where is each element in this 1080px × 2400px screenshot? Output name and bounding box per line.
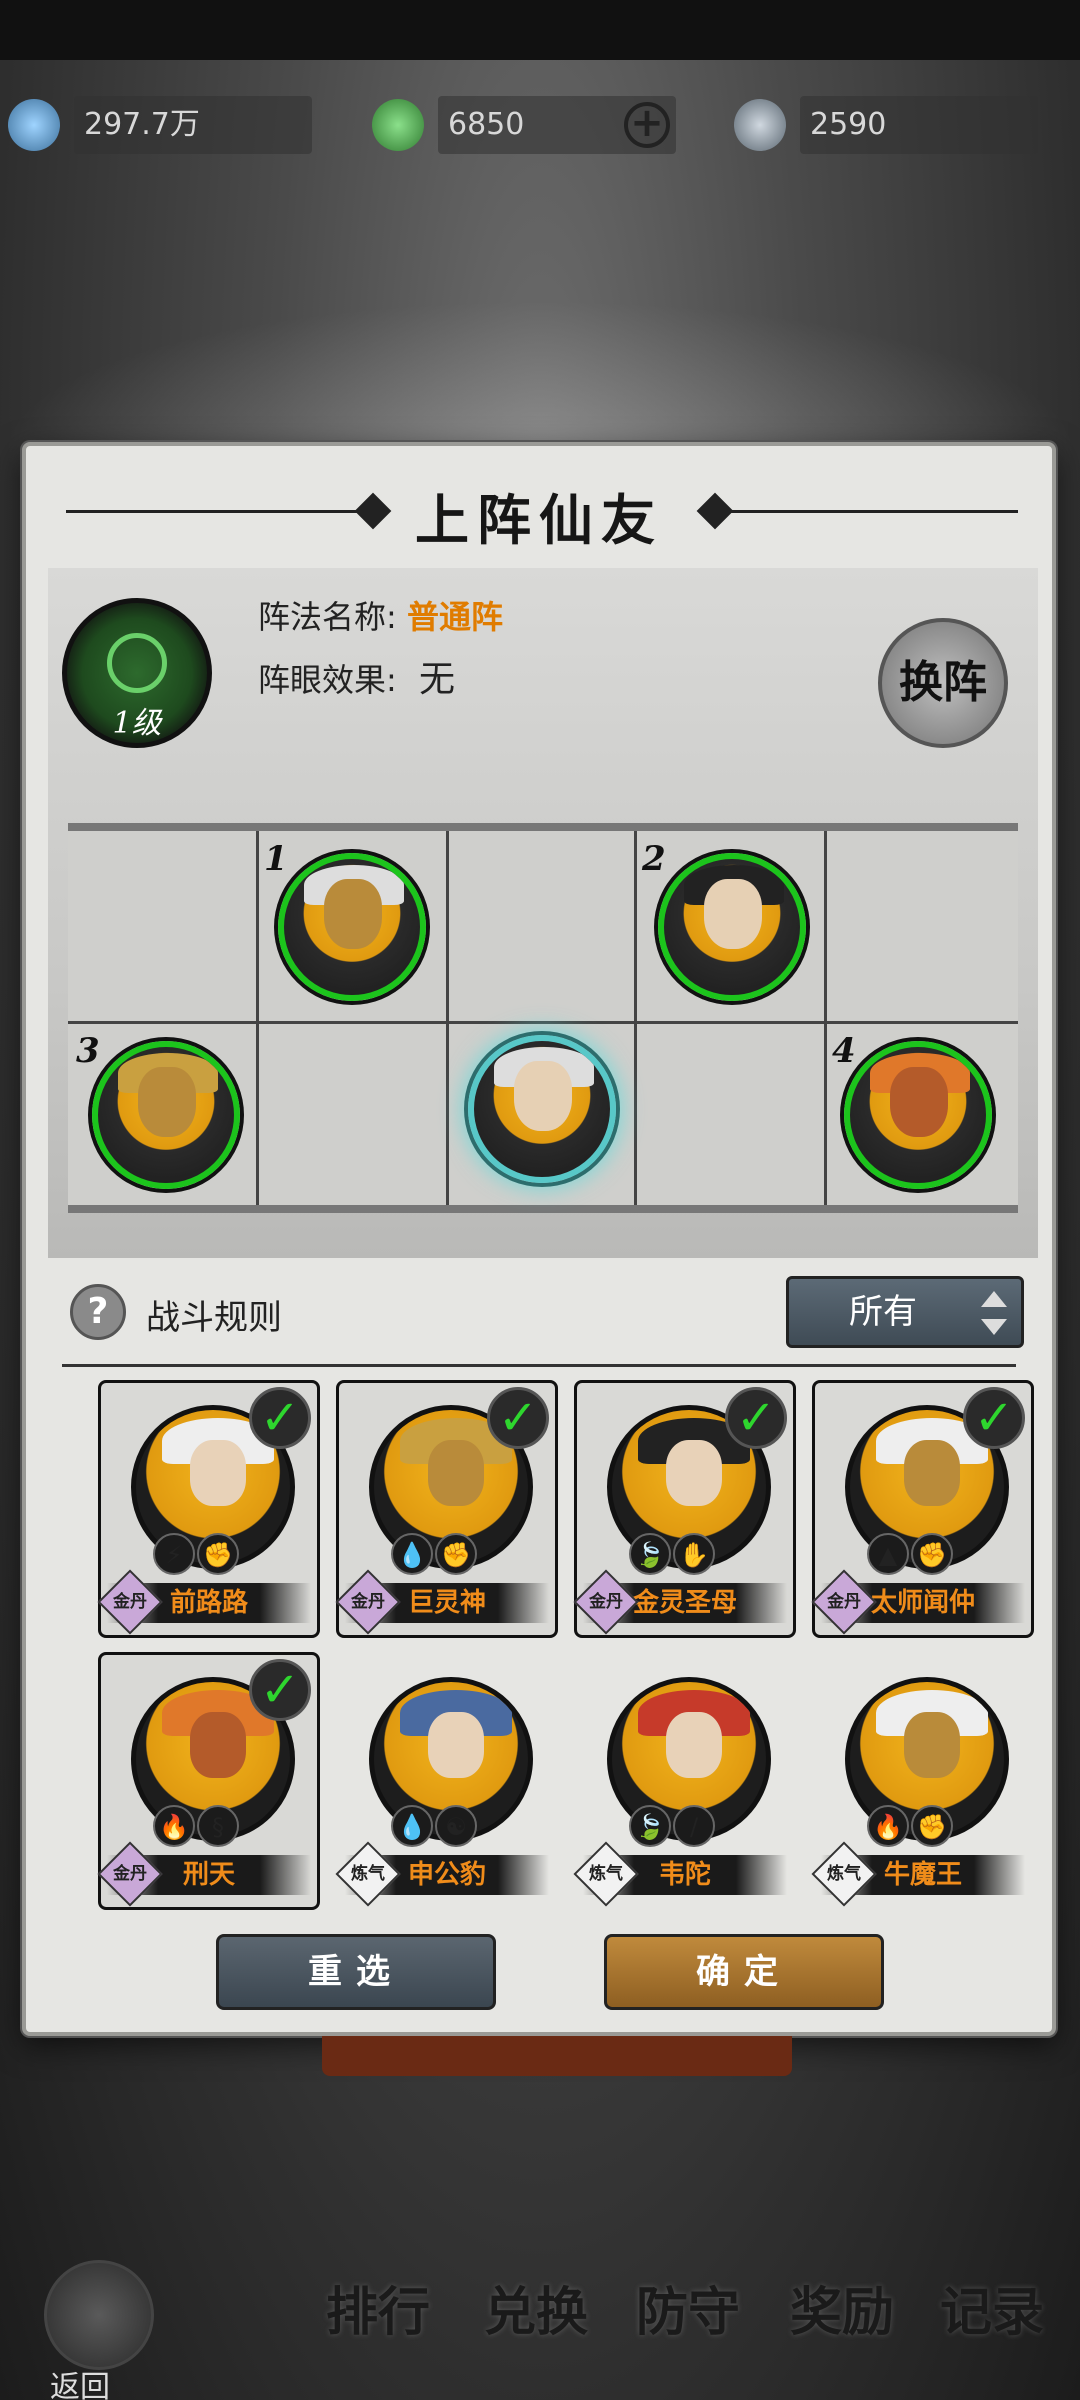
formation-name-row: 阵法名称: 普通阵 [258,592,503,638]
formation-panel: 1级 阵法名称: 普通阵 阵眼效果: 无 换阵 1 2 3 4 [48,568,1038,1258]
formation-slot-4-portrait[interactable] [844,1041,992,1189]
reset-button[interactable]: 重选 [216,1934,496,2010]
rank-tag: 金丹 [573,1569,639,1635]
water-icon: 💧 [391,1533,433,1575]
formation-glyph-icon [107,633,167,693]
rank-tag: 金丹 [335,1569,401,1635]
formation-eye-row: 阵眼效果: 无 [258,650,455,702]
selected-check-icon: ✓ [249,1659,311,1721]
formation-eye-label: 阵眼效果: [258,661,397,699]
resource-crystal: 297.7万 [74,96,312,154]
modal-title: 上阵仙友 [415,488,663,552]
rules-row: ? 战斗规则 所有 [48,1276,1038,1356]
fist-icon: ✊ [911,1805,953,1847]
hero-element-icons: 💧 ✊ [391,1533,479,1577]
nav-reward[interactable]: 奖励 [790,2270,894,2345]
rank-tag: 炼气 [573,1841,639,1907]
back-button[interactable] [44,2260,154,2370]
hero-element-icons: 🍃 ✋ [629,1533,717,1577]
slot-number-2: 2 [642,839,666,879]
formation-modal: 上阵仙友 1级 阵法名称: 普通阵 阵眼效果: 无 换阵 1 2 3 4 ? 战… [22,442,1056,2036]
slot-number-1: 1 [264,839,288,879]
resource-bar: 297.7万 6850 + 2590 [0,90,1080,160]
add-icon[interactable]: + [624,102,670,148]
fire-icon: 🔥 [153,1805,195,1847]
divider [62,1364,1016,1367]
slot-number-3: 3 [76,1031,100,1071]
rank-tag: 炼气 [335,1841,401,1907]
slot-number-4: 4 [832,1031,856,1071]
formation-name-value: 普通阵 [406,598,503,636]
background-button-edge [322,2036,792,2076]
formation-level: 1级 [112,706,162,741]
battle-rules-link[interactable]: 战斗规则 [146,1290,282,1339]
hero-element-icons: 💧 ☯ [391,1805,479,1849]
water-icon: 💧 [391,1805,433,1847]
filter-select-value: 所有 [849,1292,917,1332]
hero-element-icons: 🍃 / [629,1805,717,1849]
fist-icon: ✊ [911,1533,953,1575]
resource-orb: 2590 [800,96,1038,154]
formation-grid: 1 2 3 4 [68,823,1018,1213]
hero-card[interactable]: 🔥 § ✓ 刑天 金丹 [97,1652,320,1910]
formation-eye-value: 无 [418,659,455,700]
hero-card[interactable]: ▲ ✊ ✓ 太师闻仲 金丹 [811,1380,1034,1638]
filter-select[interactable]: 所有 [786,1276,1024,1348]
leaf-icon: 🍃 [629,1805,671,1847]
leaf-icon: 🍃 [629,1533,671,1575]
hero-roster: ⚡ ✊ ✓ 前路路 金丹 💧 ✊ ✓ 巨灵神 金丹 🍃 ✋ ✓ 金灵圣母 金丹 ▲ ✊ … [66,1380,1036,1920]
selected-check-icon: ✓ [487,1387,549,1449]
confirm-button[interactable]: 确定 [604,1934,884,2010]
hero-card[interactable]: 🍃 / 韦陀 炼气 [573,1652,796,1910]
fist-icon: ✊ [435,1533,477,1575]
formation-name-label: 阵法名称: [258,598,397,636]
selected-check-icon: ✓ [963,1387,1025,1449]
hero-element-icons: 🔥 § [153,1805,241,1849]
fist-icon: ✊ [197,1533,239,1575]
hero-card[interactable]: ⚡ ✊ ✓ 前路路 金丹 [97,1380,320,1638]
rank-tag: 炼气 [811,1841,877,1907]
earth-icon: ▲ [867,1533,909,1575]
hero-element-icons: ▲ ✊ [867,1533,955,1577]
rank-tag: 金丹 [811,1569,877,1635]
yinyang-icon: ☯ [435,1805,477,1847]
fire-icon: 🔥 [867,1805,909,1847]
modal-header: 上阵仙友 [26,476,1052,552]
formation-slot-1-portrait[interactable] [278,853,426,1001]
hero-card[interactable]: 💧 ✊ ✓ 巨灵神 金丹 [335,1380,558,1638]
sword-icon: / [673,1805,715,1847]
formation-slot-2-portrait[interactable] [658,853,806,1001]
rank-tag: 金丹 [97,1841,163,1907]
formation-eye-slot-portrait[interactable] [468,1035,616,1183]
lightning-icon: ⚡ [153,1533,195,1575]
help-icon[interactable]: ? [70,1284,126,1340]
status-bar [0,0,1080,60]
selected-check-icon: ✓ [725,1387,787,1449]
selected-check-icon: ✓ [249,1387,311,1449]
select-arrows-icon [981,1291,1007,1335]
nav-defense[interactable]: 防守 [636,2270,740,2345]
swap-formation-button[interactable]: 换阵 [878,618,1008,748]
back-label: 返回 [50,2370,110,2400]
rune-icon: § [197,1805,239,1847]
hero-element-icons: 🔥 ✊ [867,1805,955,1849]
bottom-nav: 返回 排行 兑换 防守 奖励 记录 [0,2250,1080,2400]
palm-icon: ✋ [673,1533,715,1575]
hero-card[interactable]: 🔥 ✊ 牛魔王 炼气 [811,1652,1034,1910]
formation-slot-3-portrait[interactable] [92,1041,240,1189]
formation-level-badge[interactable]: 1级 [62,598,212,748]
nav-record[interactable]: 记录 [940,2270,1044,2345]
nav-exchange[interactable]: 兑换 [484,2270,588,2345]
rank-tag: 金丹 [97,1569,163,1635]
hero-card[interactable]: 🍃 ✋ ✓ 金灵圣母 金丹 [573,1380,796,1638]
orb-icon [734,99,786,151]
hero-element-icons: ⚡ ✊ [153,1533,241,1577]
nav-ranking[interactable]: 排行 [326,2270,430,2345]
spirit-icon [372,99,424,151]
crystal-icon [8,99,60,151]
hero-card[interactable]: 💧 ☯ 申公豹 炼气 [335,1652,558,1910]
